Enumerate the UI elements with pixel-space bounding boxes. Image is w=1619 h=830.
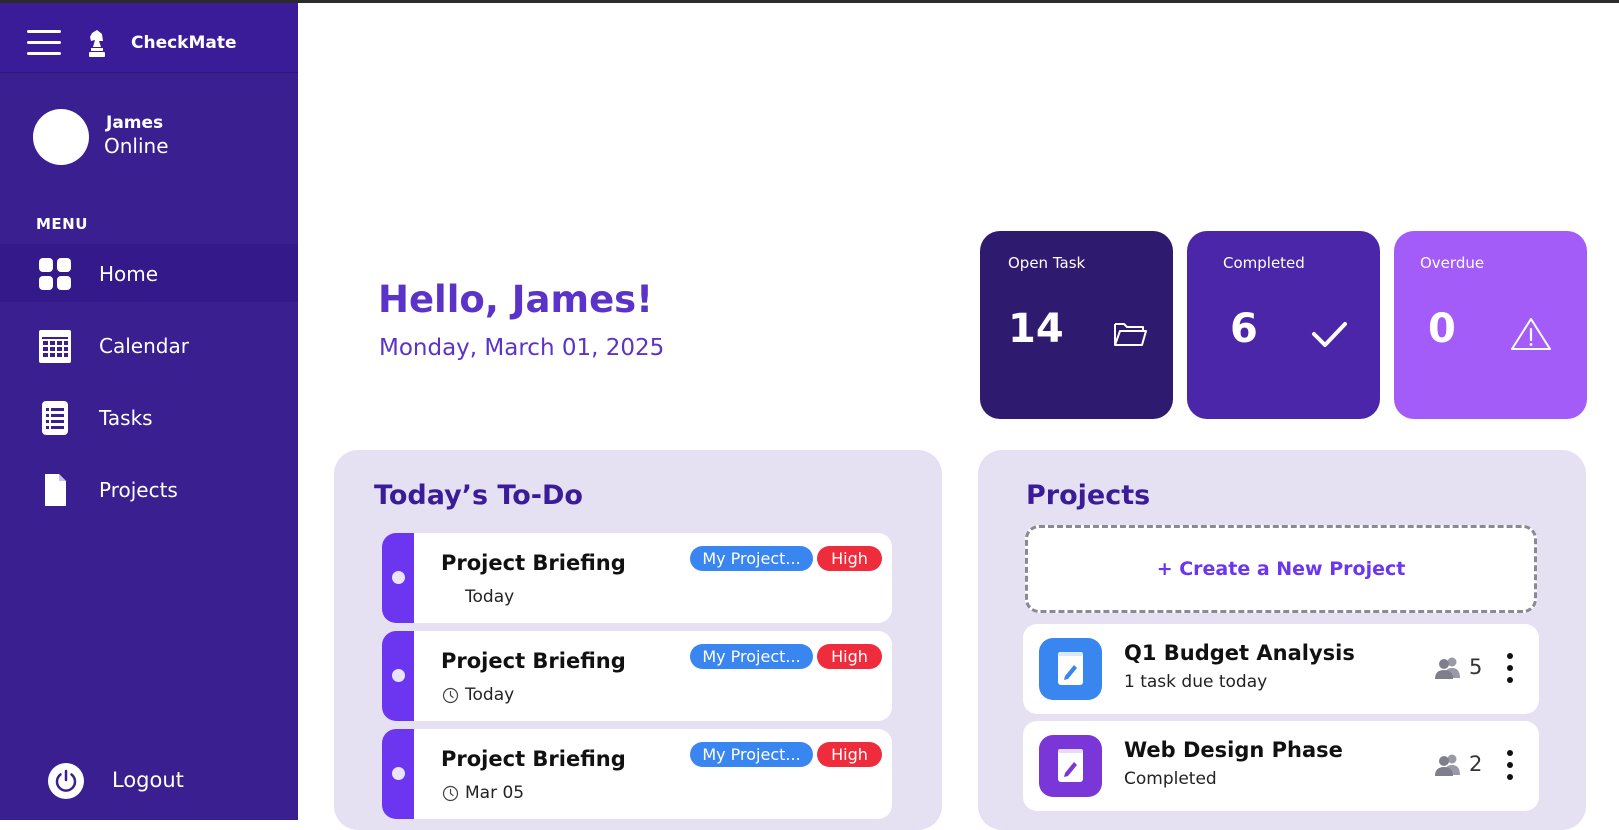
todo-date: Today [465,587,515,607]
tasks-icon [42,401,68,435]
todo-checkbox[interactable] [392,669,405,682]
stat-label: Overdue [1420,254,1485,272]
users-icon [1435,657,1460,679]
todo-date: Today [465,685,515,705]
sidebar-item-label: Tasks [99,406,153,430]
notebook-icon [1039,735,1102,797]
sidebar-item-label: Home [99,262,159,286]
project-tag: My Project... [690,644,813,669]
project-subtitle: 1 task due today [1124,672,1268,692]
project-card[interactable]: Web Design Phase Completed 2 [1023,721,1539,811]
members-count: 5 [1469,655,1483,679]
sidebar-item-label: Projects [99,478,178,502]
check-icon [1312,322,1347,347]
todo-title: Project Briefing [441,747,626,771]
todo-strip [382,631,414,721]
todo-checkbox[interactable] [392,767,405,780]
todo-title: Project Briefing [441,551,626,575]
user-name: James [106,113,164,133]
priority-tag: High [817,742,882,767]
more-options-icon[interactable] [1504,653,1516,683]
todo-item[interactable]: Project Briefing Today My Project... Hig… [382,631,892,721]
project-card[interactable]: Q1 Budget Analysis 1 task due today 5 [1023,624,1539,714]
logout-button[interactable]: Logout [0,758,298,810]
todo-checkbox[interactable] [392,571,405,584]
app-name: CheckMate [131,33,237,53]
stat-card-completed[interactable]: Completed 6 [1187,231,1380,419]
stat-label: Completed [1223,254,1305,272]
stat-value: 14 [1008,306,1064,352]
todo-item[interactable]: Project Briefing Today My Project... Hig… [382,533,892,623]
create-project-button[interactable]: + Create a New Project [1025,525,1537,613]
sidebar: CheckMate James Online MENU Home Calenda… [0,3,298,820]
user-status: Online [104,134,169,158]
todo-strip [382,533,414,623]
sidebar-item-home[interactable]: Home [0,244,298,302]
project-tag: My Project... [690,546,813,571]
todo-strip [382,729,414,819]
sidebar-item-projects[interactable]: Projects [0,460,298,518]
warning-icon [1511,318,1551,350]
calendar-icon [39,330,71,363]
stat-card-open-task[interactable]: Open Task 14 [980,231,1173,419]
sidebar-item-calendar[interactable]: Calendar [0,316,298,374]
hamburger-menu-icon[interactable] [27,30,61,56]
projects-panel: Projects + Create a New Project Q1 Budge… [978,450,1586,830]
folder-icon [1114,323,1147,346]
sidebar-item-label: Calendar [99,334,189,358]
stat-card-overdue[interactable]: Overdue 0 [1394,231,1587,419]
stat-value: 0 [1428,306,1456,352]
users-icon [1435,754,1460,776]
avatar[interactable] [33,109,89,165]
todo-item[interactable]: Project Briefing Mar 05 My Project... Hi… [382,729,892,819]
projects-panel-title: Projects [1026,480,1151,511]
project-name: Web Design Phase [1124,738,1343,762]
more-options-icon[interactable] [1504,750,1516,780]
clock-icon [442,687,459,704]
greeting-title: Hello, James! [378,278,654,321]
project-subtitle: Completed [1124,769,1217,789]
project-tag: My Project... [690,742,813,767]
stat-label: Open Task [1008,254,1086,272]
todo-panel-title: Today’s To-Do [374,480,583,511]
grid-icon [39,258,71,290]
project-name: Q1 Budget Analysis [1124,641,1355,665]
menu-heading: MENU [36,215,88,233]
todo-title: Project Briefing [441,649,626,673]
priority-tag: High [817,644,882,669]
priority-tag: High [817,546,882,571]
clock-icon [442,785,459,802]
power-icon [48,763,84,799]
current-date: Monday, March 01, 2025 [379,335,665,361]
brand-bar: CheckMate [0,3,298,73]
todo-date: Mar 05 [465,783,525,803]
todo-panel: Today’s To-Do Project Briefing Today My … [334,450,942,830]
file-icon [45,474,66,506]
chess-knight-icon [89,30,105,57]
stat-value: 6 [1230,306,1258,352]
logout-label: Logout [112,768,184,792]
notebook-icon [1039,638,1102,700]
members-count: 2 [1469,752,1483,776]
sidebar-item-tasks[interactable]: Tasks [0,388,298,446]
